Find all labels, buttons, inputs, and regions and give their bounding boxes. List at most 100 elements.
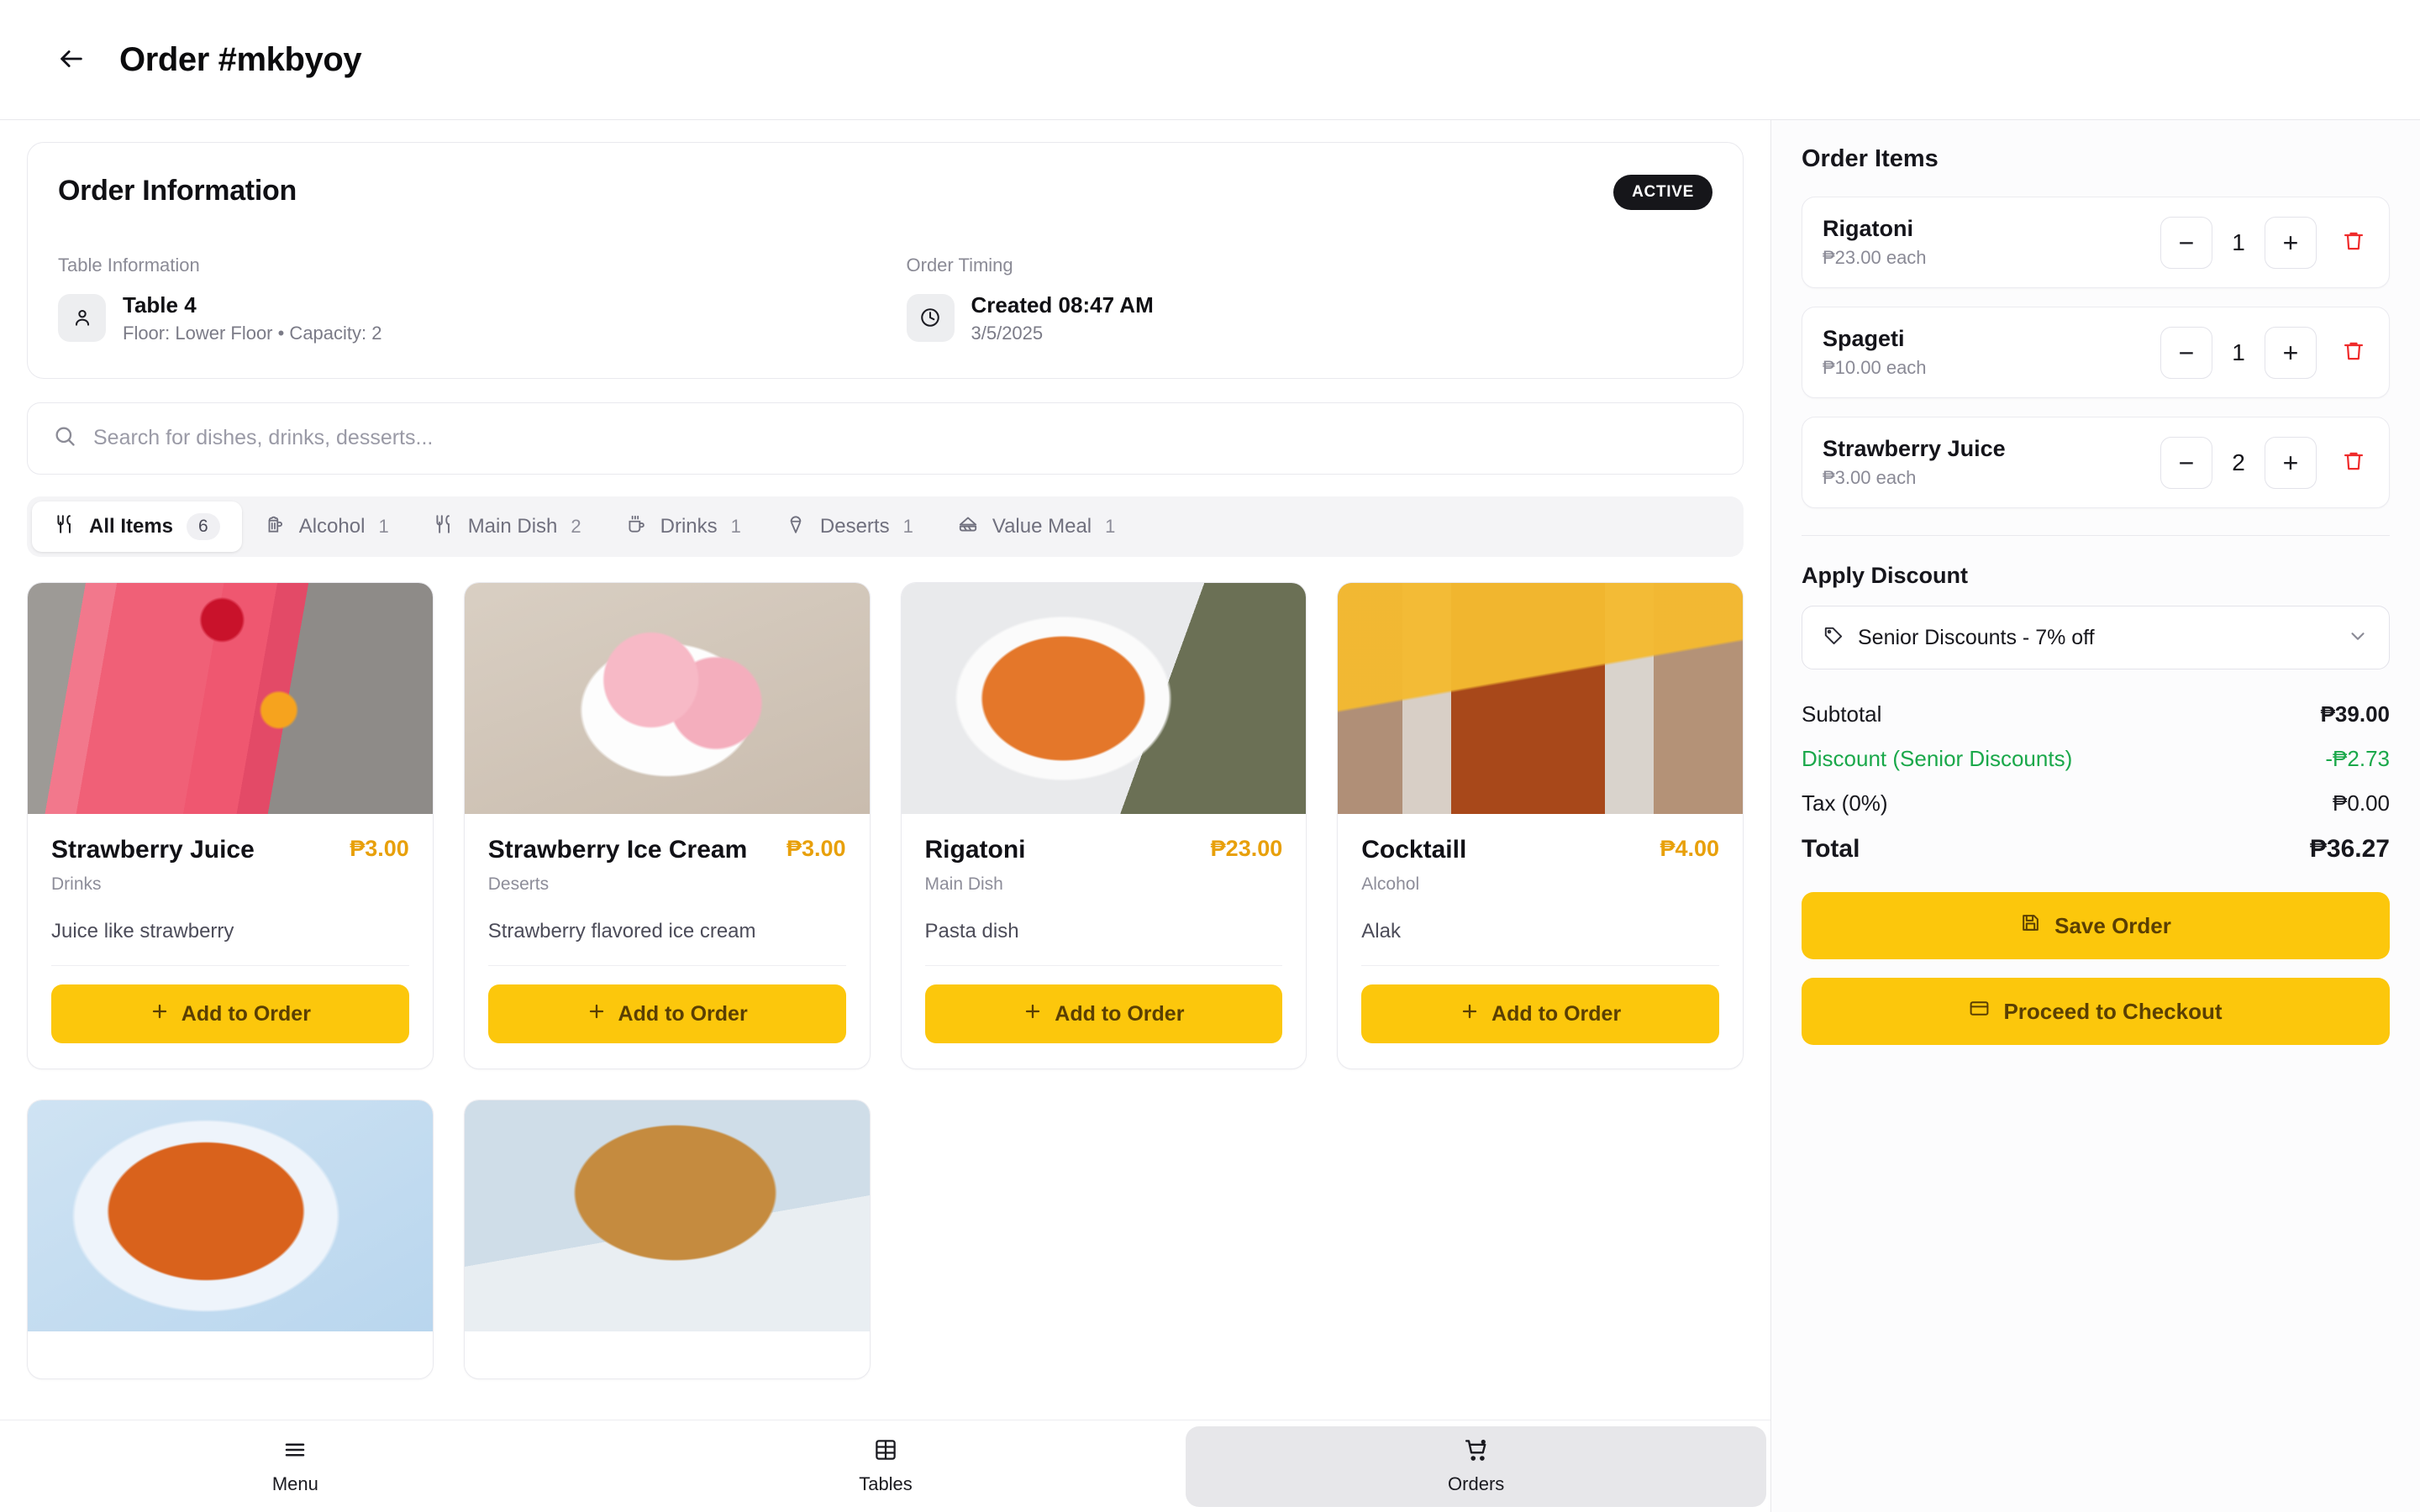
main-layout: Order Information ACTIVE Table Informati…: [0, 120, 2420, 1512]
dish-name: Strawberry Ice Cream: [487, 835, 748, 864]
back-button[interactable]: [52, 40, 91, 79]
dish-card[interactable]: Strawberry Juice ₱3.00 Drinks Juice like…: [27, 581, 434, 1069]
tab-label: Alcohol: [298, 514, 366, 538]
tab-count: 6: [187, 512, 220, 540]
tab-drinks[interactable]: Drinks 1: [603, 501, 763, 552]
dish-price: ₱3.00: [786, 835, 846, 861]
discount-row-label: Discount (Senior Discounts): [1802, 746, 2073, 771]
dish-name: Strawberry Juice: [51, 835, 255, 864]
tab-deserts[interactable]: Deserts 1: [763, 501, 935, 552]
menu-grid: Strawberry Juice ₱3.00 Drinks Juice like…: [27, 581, 1744, 1379]
tab-alcohol[interactable]: Alcohol 1: [242, 501, 411, 552]
decrement-button[interactable]: −: [2160, 216, 2212, 269]
order-timing-label: Order Timing: [906, 255, 1013, 276]
tax-row: Tax (0%) ₱0.00: [1802, 790, 2390, 816]
increment-button[interactable]: +: [2265, 326, 2317, 379]
save-order-button[interactable]: Save Order: [1802, 892, 2390, 959]
grid-table-icon: [873, 1437, 898, 1467]
search-bar[interactable]: [27, 402, 1744, 475]
save-order-label: Save Order: [2054, 912, 2171, 938]
add-to-order-label: Add to Order: [1055, 1001, 1185, 1026]
tax-value: ₱0.00: [2333, 790, 2390, 816]
menu-pane: Order Information ACTIVE Table Informati…: [0, 120, 1771, 1512]
tab-count: 1: [730, 515, 741, 537]
trash-icon: [2342, 449, 2365, 475]
trash-icon: [2342, 339, 2365, 365]
tab-label: Deserts: [819, 514, 890, 538]
increment-button[interactable]: +: [2265, 216, 2317, 269]
order-item-unit-price: ₱3.00 each: [1823, 467, 1917, 488]
divider: [51, 965, 409, 966]
dish-body: Cocktaill ₱4.00 Alcohol Alak Add to Orde…: [1338, 814, 1743, 1069]
total-label: Total: [1802, 835, 1860, 863]
quantity-value: 2: [2232, 449, 2245, 475]
tab-value-meal[interactable]: Value Meal 1: [935, 501, 1138, 552]
burger-photo: [464, 1100, 870, 1331]
order-item-info: Spageti ₱10.00 each: [1823, 326, 1927, 379]
divider: [924, 965, 1283, 966]
dish-description: Juice like strawberry: [51, 920, 234, 942]
dish-card[interactable]: Rigatoni ₱23.00 Main Dish Pasta dish Add…: [900, 581, 1307, 1069]
tab-label: Value Meal: [992, 514, 1092, 538]
clock-icon: [906, 293, 955, 342]
remove-item-button[interactable]: [2330, 334, 2369, 370]
increment-button[interactable]: +: [2265, 436, 2317, 489]
dish-header: Strawberry Ice Cream ₱3.00: [488, 836, 846, 865]
dish-card[interactable]: [463, 1100, 871, 1379]
quantity-value: 1: [2232, 228, 2245, 255]
discount-select[interactable]: Senior Discounts - 7% off: [1802, 606, 2390, 669]
nav-label: Tables: [859, 1473, 913, 1494]
plus-icon: [587, 1001, 607, 1027]
add-to-order-button[interactable]: Add to Order: [1361, 984, 1719, 1043]
table-information-label: Table Information: [58, 255, 200, 276]
tab-main-dish[interactable]: Main Dish 2: [411, 501, 603, 552]
dish-body: Strawberry Juice ₱3.00 Drinks Juice like…: [28, 814, 433, 1069]
add-to-order-label: Add to Order: [618, 1001, 748, 1026]
rigatoni-photo: [901, 582, 1307, 814]
add-to-order-label: Add to Order: [181, 1001, 311, 1026]
subtotal-value: ₱39.00: [2320, 701, 2390, 727]
add-to-order-button[interactable]: Add to Order: [924, 984, 1283, 1043]
order-timing-block: Order Timing Created 08:47 AM 3/5/2025: [865, 255, 1713, 344]
dish-card[interactable]: Strawberry Ice Cream ₱3.00 Deserts Straw…: [463, 581, 871, 1069]
table-information-row: Table 4 Floor: Lower Floor • Capacity: 2: [58, 291, 865, 344]
plus-icon: [150, 1001, 170, 1027]
table-information-block: Table Information Table 4 Floor: Lower F…: [58, 255, 865, 344]
tab-label: Drinks: [660, 514, 718, 538]
tab-count: 2: [571, 515, 581, 537]
bottom-navigation: Menu Tables Orders: [0, 1420, 1770, 1512]
order-item-unit-price: ₱10.00 each: [1823, 357, 1927, 378]
divider: [1361, 965, 1719, 966]
dish-card[interactable]: Cocktaill ₱4.00 Alcohol Alak Add to Orde…: [1337, 581, 1744, 1069]
add-to-order-button[interactable]: Add to Order: [51, 984, 409, 1043]
credit-card-icon: [1969, 998, 1990, 1025]
nav-item-menu[interactable]: Menu: [5, 1426, 586, 1507]
nav-item-orders[interactable]: Orders: [1186, 1425, 1767, 1507]
decrement-button[interactable]: −: [2160, 436, 2212, 489]
search-input[interactable]: [93, 426, 1718, 450]
add-to-order-button[interactable]: Add to Order: [487, 984, 846, 1043]
proceed-to-checkout-button[interactable]: Proceed to Checkout: [1802, 978, 2390, 1045]
tab-count: 1: [1105, 515, 1116, 537]
dish-price: ₱4.00: [1660, 835, 1719, 861]
tab-label: All Items: [89, 514, 174, 538]
dish-card[interactable]: [27, 1100, 434, 1379]
shopping-cart-icon: [1464, 1437, 1489, 1467]
remove-item-button[interactable]: [2330, 444, 2369, 480]
quantity-value: 1: [2232, 339, 2245, 365]
order-information-header: Order Information ACTIVE: [58, 175, 1712, 210]
trash-icon: [2342, 229, 2365, 255]
remove-item-button[interactable]: [2330, 224, 2369, 260]
order-item-name: Spageti: [1823, 326, 1905, 351]
order-timing-row: Created 08:47 AM 3/5/2025: [906, 291, 1713, 344]
dish-header: Cocktaill ₱4.00: [1361, 836, 1719, 865]
order-item-info: Rigatoni ₱23.00 each: [1823, 216, 1927, 269]
panel-divider: [1802, 535, 2390, 536]
strawberry-juice-photo: [28, 582, 433, 814]
user-icon: [58, 293, 106, 342]
tab-all-items[interactable]: All Items 6: [32, 501, 242, 552]
nav-item-tables[interactable]: Tables: [596, 1426, 1176, 1507]
dish-description: Alak: [1361, 920, 1401, 942]
decrement-button[interactable]: −: [2160, 326, 2212, 379]
status-badge: ACTIVE: [1613, 175, 1712, 210]
